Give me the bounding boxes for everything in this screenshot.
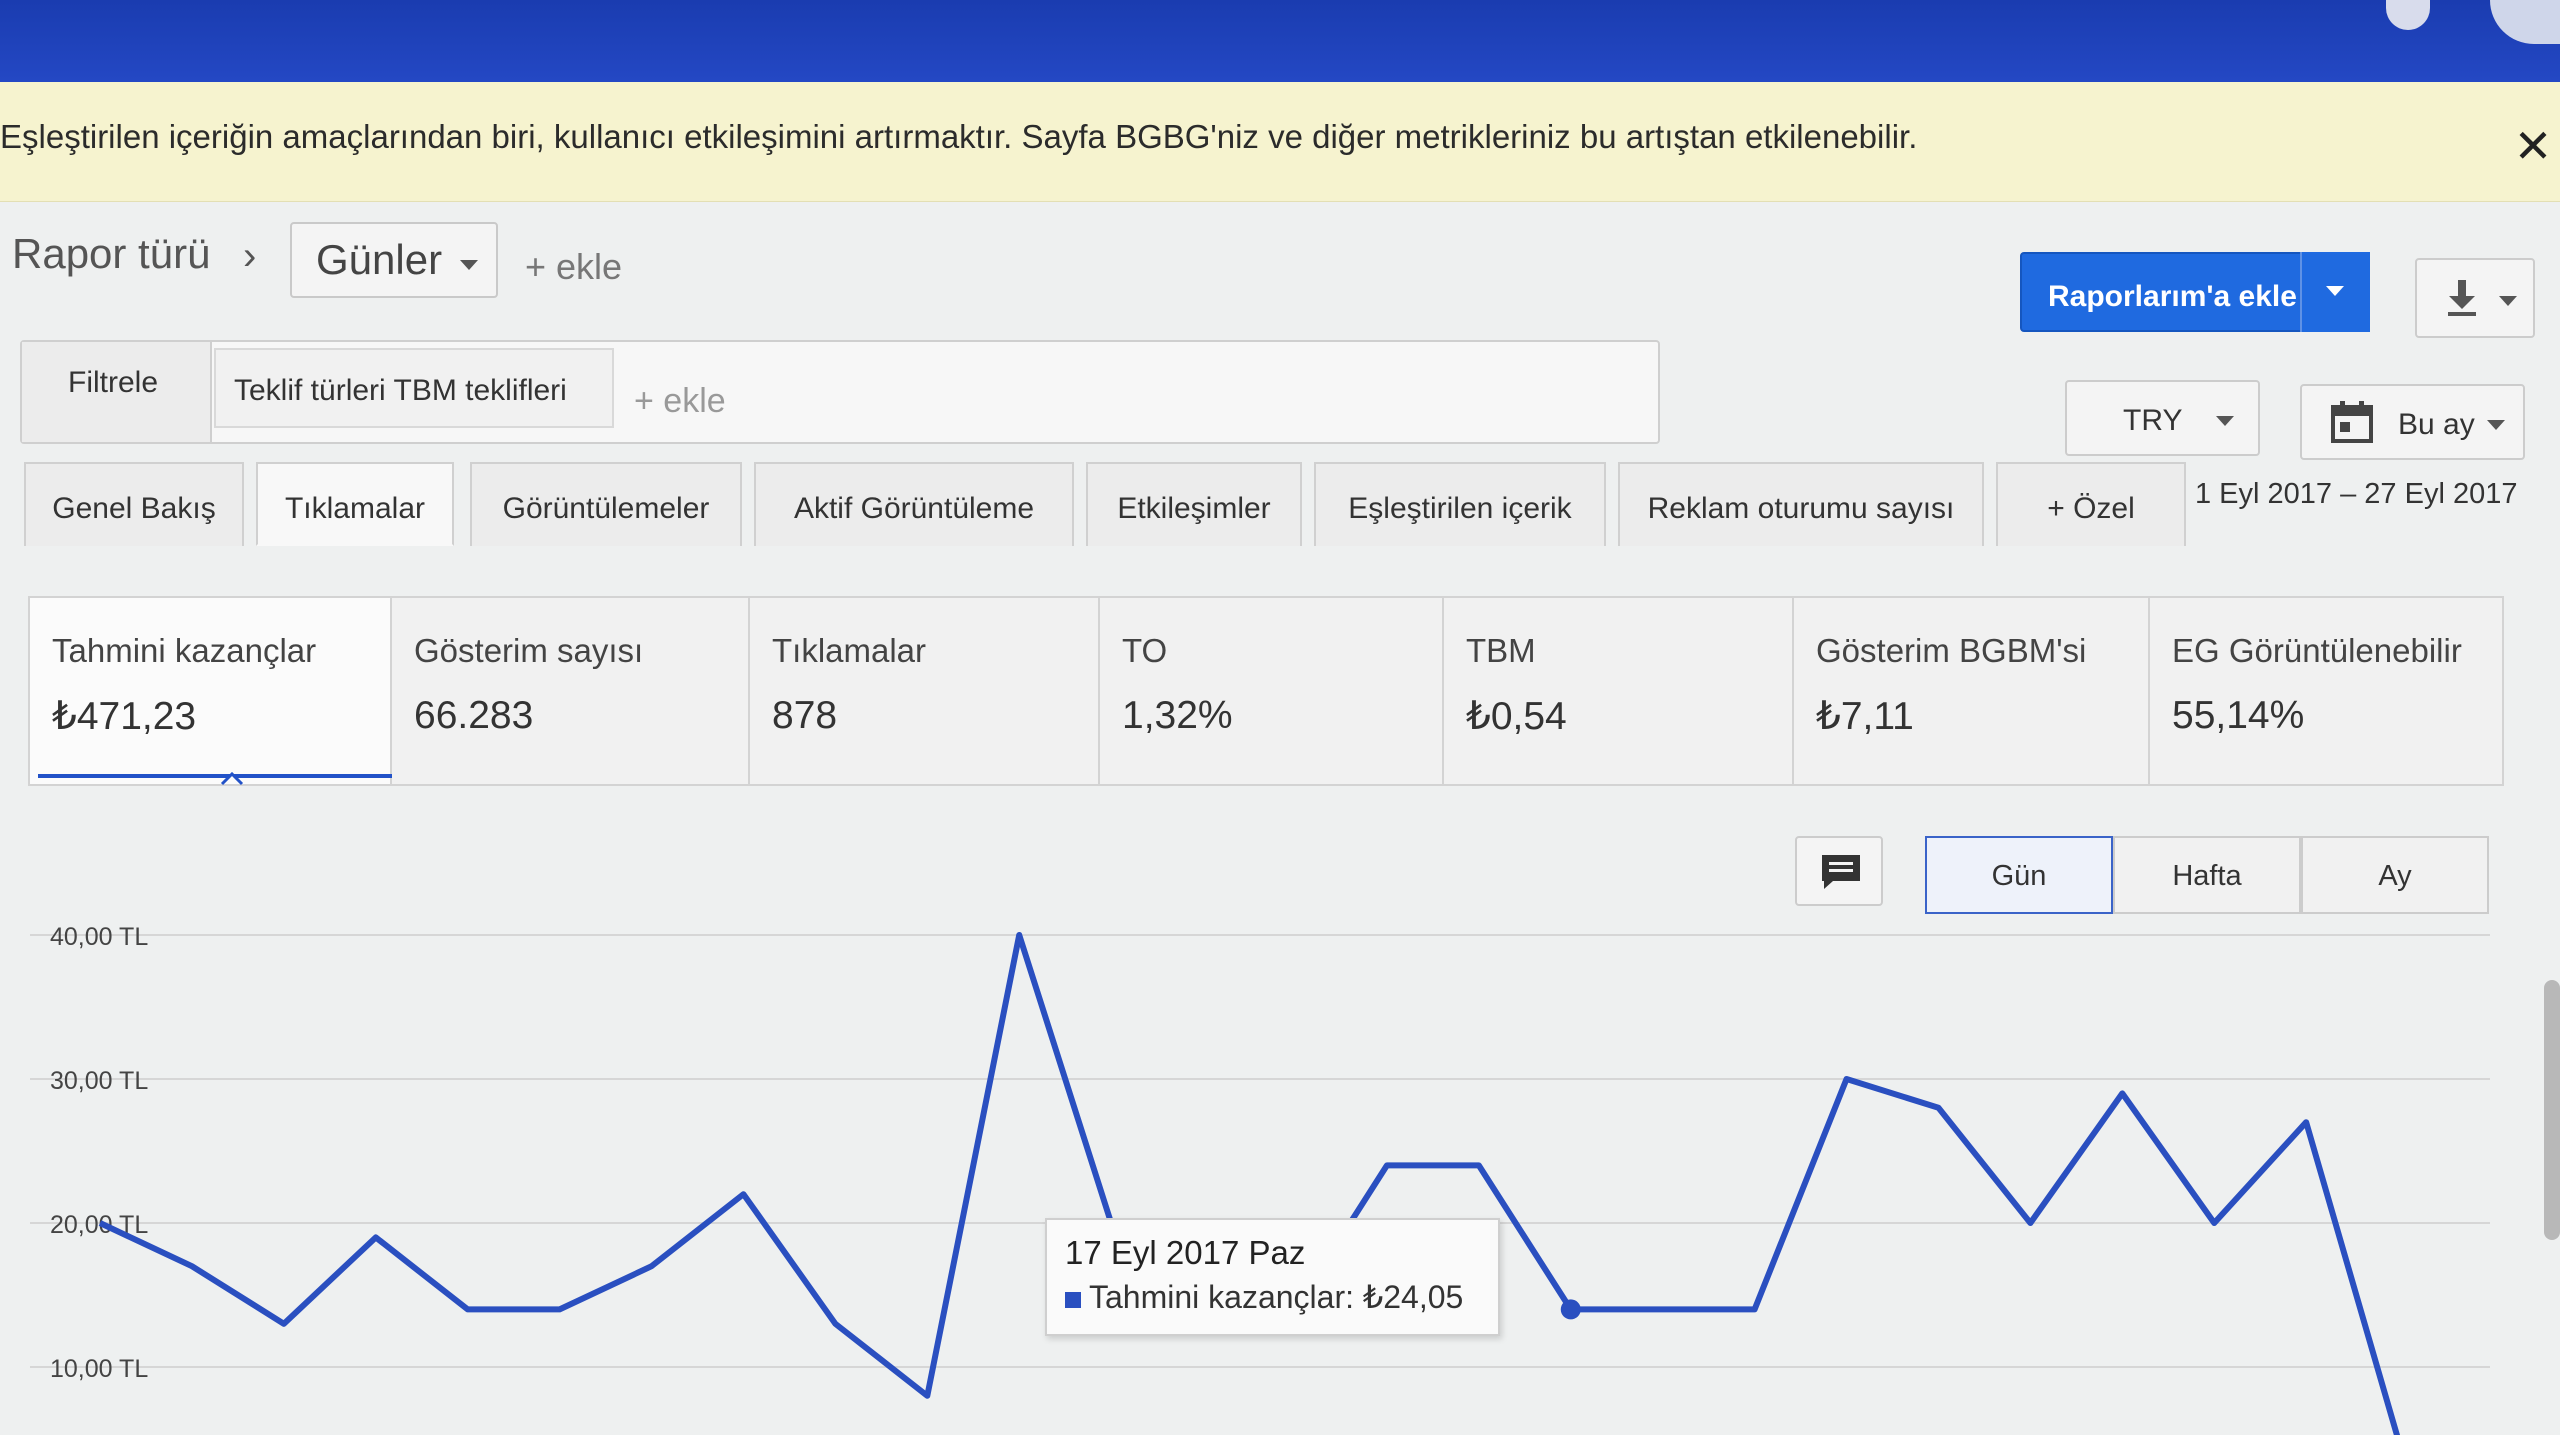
metric-value: 1,32% — [1122, 694, 1233, 737]
comment-icon — [1822, 855, 1860, 889]
metric-label: EG Görüntülenebilir — [2172, 632, 2462, 669]
metric-scorecards: Tahmini kazançlar ₺471,23 Gösterim sayıs… — [28, 596, 2504, 786]
metric-estimated-earnings[interactable]: Tahmini kazançlar ₺471,23 — [30, 598, 392, 784]
chevron-down-icon — [460, 260, 478, 270]
add-to-reports-dropdown-button[interactable] — [2300, 252, 2370, 332]
date-range-dropdown[interactable]: Bu ay — [2300, 384, 2525, 460]
date-range-label: Bu ay — [2398, 408, 2475, 441]
metric-clicks[interactable]: Tıklamalar 878 — [750, 598, 1100, 784]
add-to-my-reports-label: Raporlarım'a ekle — [2048, 280, 2297, 313]
scrollbar[interactable] — [2544, 980, 2560, 1240]
app-header — [0, 0, 2560, 82]
metric-value: ₺0,54 — [1466, 695, 1567, 738]
tooltip-value-row: Tahmini kazançlar: ₺24,05 — [1065, 1278, 1498, 1316]
metric-ctr[interactable]: TO 1,32% — [1100, 598, 1444, 784]
caret-up-icon — [220, 771, 244, 786]
chevron-right-icon: › — [243, 234, 257, 278]
metric-value: 55,14% — [2172, 694, 2305, 737]
metric-active-view-viewable[interactable]: EG Görüntülenebilir 55,14% — [2150, 598, 2502, 784]
close-icon[interactable]: ✕ — [2512, 123, 2554, 169]
metric-label: Gösterim sayısı — [414, 632, 644, 669]
metric-value: 878 — [772, 694, 838, 737]
add-dimension-link[interactable]: + ekle — [525, 246, 622, 288]
metric-label: TBM — [1466, 632, 1536, 669]
metric-value: ₺471,23 — [52, 695, 197, 738]
y-tick-label: 40,00 TL — [50, 923, 148, 951]
metric-value: 66.283 — [414, 694, 534, 737]
series-line — [98, 932, 2401, 1435]
earnings-line-chart: 10,00 TL20,00 TL30,00 TL40,00 TL — [30, 923, 2490, 1435]
data-point[interactable] — [1560, 1299, 1581, 1320]
download-button[interactable] — [2415, 258, 2535, 338]
report-tabs: Genel Bakış Tıklamalar Görüntülemeler Ak… — [24, 462, 2186, 572]
tooltip-value: Tahmini kazançlar: ₺24,05 — [1089, 1279, 1464, 1315]
date-range-text: 1 Eyl 2017 – 27 Eyl 2017 — [2195, 478, 2518, 510]
download-icon — [2448, 280, 2476, 316]
series-swatch — [1065, 1292, 1081, 1308]
earnings-chart: 10,00 TL 20,00 TL 30,00 TL 40,00 TL — [0, 900, 2560, 1435]
filter-bar: Filtrele Teklif türleri TBM teklifleri +… — [20, 340, 1660, 444]
avatar[interactable] — [2490, 0, 2560, 44]
tooltip-date: 17 Eyl 2017 Paz — [1065, 1234, 1306, 1271]
tab-views[interactable]: Görüntülemeler — [470, 462, 742, 546]
chevron-down-icon — [2487, 420, 2505, 430]
metric-impression-rpm[interactable]: Gösterim BGBM'si ₺7,11 — [1794, 598, 2150, 784]
selected-metric-indicator — [38, 774, 392, 778]
currency-label: TRY — [2123, 404, 2183, 437]
metric-value: ₺7,11 — [1816, 695, 1914, 738]
metric-label: Tıklamalar — [772, 632, 927, 669]
notification-bell-icon[interactable] — [2386, 0, 2430, 30]
chart-tooltip: 17 Eyl 2017 Paz Tahmini kazançlar: ₺24,0… — [1045, 1218, 1500, 1336]
filter-chip[interactable]: Teklif türleri TBM teklifleri — [214, 348, 614, 428]
add-filter-input[interactable]: + ekle — [634, 382, 726, 421]
tab-clicks[interactable]: Tıklamalar — [256, 462, 454, 546]
currency-dropdown[interactable]: TRY — [2065, 380, 2260, 456]
tab-interactions[interactable]: Etkileşimler — [1086, 462, 1302, 546]
report-type-label: Rapor türü — [12, 230, 211, 277]
tab-active-view[interactable]: Aktif Görüntüleme — [754, 462, 1074, 546]
dimension-dropdown-label: Günler — [316, 236, 443, 283]
tab-overview[interactable]: Genel Bakış — [24, 462, 244, 546]
chevron-down-icon — [2326, 286, 2344, 296]
info-banner-text: Eşleştirilen içeriğin amaçlarından biri,… — [0, 118, 1918, 155]
chevron-down-icon — [2216, 416, 2234, 426]
y-tick-label: 10,00 TL — [50, 1355, 148, 1383]
tab-ad-sessions[interactable]: Reklam oturumu sayısı — [1618, 462, 1984, 546]
chevron-down-icon — [2499, 296, 2517, 306]
info-banner: Eşleştirilen içeriğin amaçlarından biri,… — [0, 82, 2560, 202]
annotation-button[interactable] — [1795, 836, 1883, 906]
metric-label: Gösterim BGBM'si — [1816, 632, 2087, 669]
dimension-dropdown[interactable]: Günler — [290, 222, 498, 298]
filter-button[interactable]: Filtrele — [22, 342, 212, 442]
metric-cpc[interactable]: TBM ₺0,54 — [1444, 598, 1794, 784]
tab-custom[interactable]: + Özel — [1996, 462, 2186, 546]
y-tick-label: 30,00 TL — [50, 1067, 148, 1095]
metric-label: TO — [1122, 632, 1168, 669]
calendar-icon — [2331, 401, 2373, 443]
metric-label: Tahmini kazançlar — [52, 632, 317, 669]
metric-impressions[interactable]: Gösterim sayısı 66.283 — [392, 598, 750, 784]
tab-matched-content[interactable]: Eşleştirilen içerik — [1314, 462, 1606, 546]
